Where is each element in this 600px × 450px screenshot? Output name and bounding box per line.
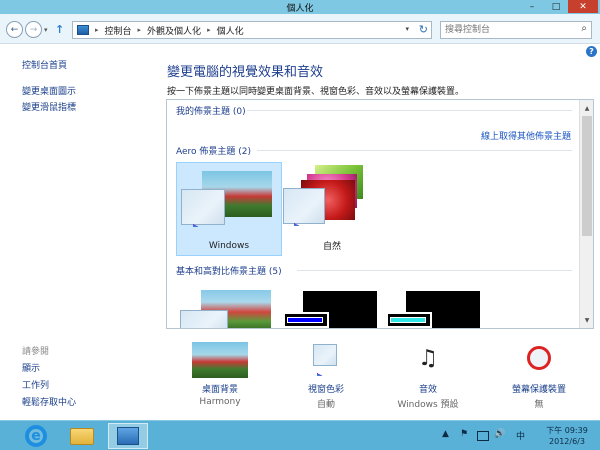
minimize-button[interactable]: – bbox=[520, 0, 544, 13]
window-color-icon bbox=[309, 342, 345, 376]
internet-explorer-icon: e bbox=[25, 425, 47, 447]
clock-date: 2012/6/3 bbox=[549, 437, 585, 446]
sidebar-link-display[interactable]: 顯示 bbox=[22, 361, 40, 374]
theme-list[interactable]: 我的佈景主題 (0) 線上取得其他佈景主題 Aero 佈景主題 (2) Wind… bbox=[166, 99, 594, 329]
address-dropdown-icon[interactable]: ▾ bbox=[405, 25, 409, 33]
search-icon[interactable]: ⌕ bbox=[581, 23, 587, 34]
section-divider bbox=[257, 150, 572, 151]
address-bar[interactable]: ▸ 控制台 ▸ 外觀及個人化 ▸ 個人化 ▾ ↻ bbox=[72, 21, 432, 39]
option-label[interactable]: 音效 bbox=[383, 382, 473, 395]
music-notes-icon: ♫ bbox=[418, 346, 438, 371]
option-value: Harmony bbox=[199, 397, 241, 407]
file-explorer-button[interactable] bbox=[62, 423, 102, 449]
recent-pages-dropdown[interactable]: ▾ bbox=[44, 26, 48, 34]
sounds-option[interactable]: ♫ 音效 Windows 預設 bbox=[383, 340, 473, 412]
section-divider bbox=[247, 110, 572, 111]
breadcrumb-separator[interactable]: ▸ bbox=[95, 26, 99, 34]
high-contrast-titlebar bbox=[390, 317, 426, 323]
desktop-background-option[interactable]: 桌面背景 Harmony bbox=[175, 340, 265, 412]
screen-saver-option[interactable]: 螢幕保護裝置 無 bbox=[494, 340, 584, 412]
sidebar-link-control-panel-home[interactable]: 控制台首頁 bbox=[22, 58, 67, 71]
theme-name: Windows bbox=[208, 241, 250, 251]
action-center-flag-icon[interactable]: ⚑ bbox=[460, 429, 468, 439]
internet-explorer-button[interactable]: e bbox=[16, 423, 56, 449]
theme-high-contrast-1[interactable] bbox=[279, 284, 385, 328]
clock-time: 下午 09:39 bbox=[546, 426, 588, 435]
sidebar-link-desktop-icons[interactable]: 變更桌面圖示 bbox=[22, 84, 76, 97]
desktop-background-icon bbox=[192, 342, 248, 378]
aero-themes-heading: Aero 佈景主題 (2) bbox=[176, 147, 252, 157]
option-label[interactable]: 視窗色彩 bbox=[281, 382, 371, 395]
title-bar: 個人化 – □ ✕ bbox=[0, 0, 600, 14]
refresh-icon[interactable]: ↻ bbox=[419, 23, 428, 36]
breadcrumb-separator[interactable]: ▸ bbox=[138, 26, 142, 34]
sidebar-link-mouse-pointers[interactable]: 變更滑鼠指標 bbox=[22, 100, 76, 113]
option-label[interactable]: 桌面背景 bbox=[175, 382, 265, 395]
breadcrumb-separator[interactable]: ▸ bbox=[207, 26, 211, 34]
see-also-heading: 請參閱 bbox=[22, 347, 50, 357]
theme-windows[interactable]: Windows bbox=[176, 162, 282, 256]
sidebar-link-ease-of-access[interactable]: 輕鬆存取中心 bbox=[22, 395, 76, 408]
up-button[interactable]: ↑ bbox=[55, 23, 64, 36]
window-color-option[interactable]: 視窗色彩 自動 bbox=[281, 340, 371, 412]
control-panel-taskbar-button[interactable] bbox=[108, 423, 148, 449]
folder-icon bbox=[70, 427, 94, 445]
scrollbar-thumb[interactable] bbox=[582, 116, 592, 236]
volume-icon[interactable]: 🔊 bbox=[494, 429, 505, 439]
theme-name: 自然 bbox=[322, 242, 341, 252]
theme-nature[interactable]: 自然 bbox=[279, 162, 385, 256]
theme-list-scrollbar[interactable]: ▲ ▼ bbox=[579, 100, 593, 328]
breadcrumb-personalization[interactable]: 個人化 bbox=[217, 24, 244, 37]
theme-windows-basic[interactable] bbox=[176, 284, 282, 328]
network-icon[interactable] bbox=[477, 431, 489, 441]
navigation-bar: ← → ▾ ↑ ▸ 控制台 ▸ 外觀及個人化 ▸ 個人化 ▾ ↻ ⌕ bbox=[0, 14, 600, 44]
my-themes-heading: 我的佈景主題 (0) bbox=[176, 107, 246, 117]
screen-saver-icon bbox=[521, 342, 557, 376]
option-value: Windows 預設 bbox=[397, 400, 459, 410]
breadcrumb-control-panel[interactable]: 控制台 bbox=[105, 24, 132, 37]
no-symbol-icon bbox=[527, 346, 551, 370]
option-value: 自動 bbox=[316, 400, 335, 410]
input-method-indicator[interactable]: 中 bbox=[516, 429, 525, 442]
forward-button[interactable]: → bbox=[25, 21, 42, 38]
high-contrast-titlebar bbox=[287, 317, 323, 323]
page-description: 按一下佈景主題以同時變更桌面背景、視窗色彩、音效以及螢幕保護裝置。 bbox=[167, 87, 465, 97]
close-button[interactable]: ✕ bbox=[568, 0, 598, 13]
maximize-button[interactable]: □ bbox=[544, 0, 568, 13]
get-more-themes-online-link[interactable]: 線上取得其他佈景主題 bbox=[481, 129, 571, 142]
window-title: 個人化 bbox=[286, 4, 314, 14]
basic-themes-heading: 基本和高對比佈景主題 (5) bbox=[176, 267, 282, 277]
breadcrumb-appearance[interactable]: 外觀及個人化 bbox=[147, 24, 201, 37]
theme-high-contrast-2[interactable] bbox=[382, 284, 488, 328]
section-divider bbox=[297, 270, 572, 271]
control-panel-icon bbox=[117, 427, 139, 445]
sidebar-link-taskbar[interactable]: 工作列 bbox=[22, 378, 49, 391]
search-input[interactable] bbox=[445, 24, 571, 36]
sidebar: 控制台首頁 變更桌面圖示 變更滑鼠指標 請參閱 顯示 工作列 輕鬆存取中心 bbox=[0, 45, 158, 420]
window-preview bbox=[180, 310, 228, 328]
page-title: 變更電腦的視覺效果和音效 bbox=[167, 65, 324, 80]
show-hidden-icons-button[interactable]: ▲ bbox=[442, 429, 449, 439]
option-label[interactable]: 螢幕保護裝置 bbox=[494, 382, 584, 395]
scroll-down-icon[interactable]: ▼ bbox=[580, 313, 593, 327]
control-panel-icon bbox=[77, 25, 89, 35]
color-fan-icon bbox=[193, 205, 221, 227]
back-button[interactable]: ← bbox=[6, 21, 23, 38]
help-icon[interactable]: ? bbox=[586, 46, 597, 57]
clock[interactable]: 下午 09:39 2012/6/3 bbox=[536, 425, 598, 447]
option-value: 無 bbox=[534, 400, 544, 410]
search-box[interactable]: ⌕ bbox=[440, 21, 592, 39]
color-fan-icon bbox=[294, 204, 322, 226]
color-fan-icon bbox=[317, 354, 345, 376]
taskbar: e ▲ ⚑ 🔊 中 下午 09:39 2012/6/3 bbox=[0, 420, 600, 450]
scroll-up-icon[interactable]: ▲ bbox=[580, 101, 593, 115]
